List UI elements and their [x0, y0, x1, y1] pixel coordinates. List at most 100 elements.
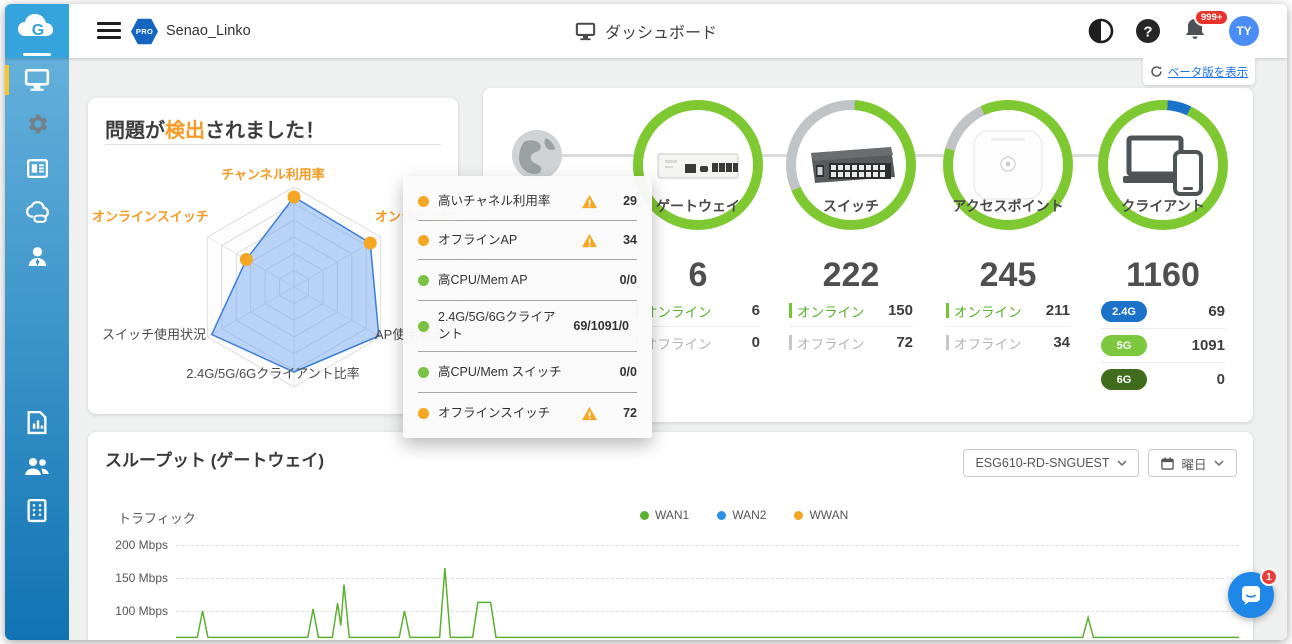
- warning-icon: [581, 406, 598, 421]
- device-ring-accesspoint[interactable]: アクセスポイント: [943, 100, 1073, 230]
- chat-unread-badge: 1: [1260, 568, 1278, 586]
- beta-link-label: ベータ版を表示: [1168, 64, 1249, 80]
- gateway-total: 6: [636, 256, 760, 295]
- sidebar-item-team[interactable]: [5, 444, 69, 488]
- throughput-card: スループット (ゲートウェイ) ESG610-RD-SNGUEST 曜日 トラフ…: [88, 432, 1253, 640]
- sidebar: [5, 58, 69, 640]
- chat-widget-button[interactable]: 1: [1228, 572, 1274, 618]
- switch-total: 222: [789, 256, 913, 295]
- chevron-down-icon: [1214, 460, 1224, 466]
- device-ring-clients[interactable]: クライアント: [1098, 100, 1228, 230]
- legend-wan2[interactable]: WAN2: [717, 508, 766, 522]
- legend-wan1[interactable]: WAN1: [640, 508, 689, 522]
- popup-row-cpu-switch[interactable]: 高CPU/Mem スイッチ 0/0: [418, 352, 637, 393]
- device-label-switch: スイッチ: [778, 196, 924, 216]
- stats-switch: 222 オンライン150 オフライン72: [789, 256, 913, 358]
- clients-band-6g-row: 6G0: [1101, 363, 1225, 396]
- popup-row-offline-switch[interactable]: オフラインスイッチ 72: [418, 393, 637, 433]
- popup-row-channel[interactable]: 高いチャネル利用率 29: [418, 182, 637, 221]
- band-24g-pill: 2.4G: [1101, 301, 1147, 322]
- sidebar-item-reports[interactable]: [5, 400, 69, 444]
- notifications-button[interactable]: 999+: [1182, 16, 1208, 47]
- band-5g-pill: 5G: [1101, 335, 1147, 356]
- account-icon: [25, 244, 50, 269]
- popup-row-offline-ap[interactable]: オフラインAP 34: [418, 221, 637, 260]
- sidebar-item-organization[interactable]: [5, 488, 69, 532]
- cloud-g-logo-icon: G: [5, 4, 69, 58]
- logo-underline: [23, 53, 51, 56]
- main-content: ベータ版を表示 問題が検出されました！ チャンネル利用率 オンラインAP AP使…: [69, 58, 1287, 640]
- page-title-label: ダッシュボード: [605, 19, 717, 43]
- notification-count-badge: 999+: [1194, 9, 1229, 27]
- sidebar-item-account[interactable]: [5, 234, 69, 278]
- radar-axis-label-switch-usage: スイッチ使用状況: [102, 324, 206, 343]
- page-title: ダッシュボード: [575, 4, 717, 58]
- brand-logo[interactable]: G: [5, 4, 69, 58]
- report-icon: [25, 410, 49, 435]
- clients-band-24g-row: 2.4G69: [1101, 295, 1225, 328]
- issues-tooltip-popup: 高いチャネル利用率 29 オフラインAP 34 高CPU/Mem AP 0/0 …: [403, 176, 652, 438]
- sidebar-item-settings[interactable]: [5, 102, 69, 146]
- device-ring-gateway[interactable]: ゲートウェイ: [633, 100, 763, 230]
- team-icon: [23, 454, 51, 478]
- header-actions: ? 999+ TY: [1088, 4, 1259, 58]
- ytick-100: 100 Mbps: [98, 604, 168, 618]
- organization-icon: [25, 498, 49, 523]
- cloud-sync-icon: [24, 200, 51, 225]
- svg-text:G: G: [32, 22, 44, 39]
- gateway-offline-row: オフライン0: [636, 327, 760, 358]
- warning-icon: [581, 194, 598, 209]
- gateway-online-row: オンライン6: [636, 295, 760, 326]
- clients-total: 1160: [1101, 256, 1225, 295]
- clients-band-5g-row: 5G1091: [1101, 329, 1225, 362]
- monitor-icon: [24, 68, 50, 92]
- throughput-title: スループット (ゲートウェイ): [105, 446, 324, 471]
- chat-icon: [1240, 584, 1262, 606]
- accesspoint-total: 245: [946, 256, 1070, 295]
- refresh-icon: [1150, 65, 1163, 78]
- band-6g-pill: 6G: [1101, 369, 1147, 390]
- news-icon: [25, 156, 50, 181]
- contrast-toggle-icon[interactable]: [1088, 18, 1114, 44]
- switch-offline-row: オフライン72: [789, 327, 913, 358]
- chevron-down-icon: [1117, 460, 1127, 466]
- sidebar-item-dashboard[interactable]: [5, 58, 69, 102]
- stats-gateway: 6 オンライン6 オフライン0: [636, 256, 760, 358]
- warning-icon: [581, 233, 598, 248]
- stats-clients: 1160 2.4G69 5G1091 6G0: [1101, 256, 1225, 396]
- beta-version-link[interactable]: ベータ版を表示: [1143, 58, 1255, 85]
- organization-name[interactable]: Senao_Linko: [166, 4, 251, 58]
- traffic-label: トラフィック: [118, 508, 196, 527]
- popup-row-band-clients[interactable]: 2.4G/5G/6Gクライアント 69/1091/0: [418, 301, 637, 352]
- avatar[interactable]: TY: [1229, 16, 1259, 46]
- gear-icon: [24, 111, 50, 137]
- device-label-accesspoint: アクセスポイント: [935, 196, 1081, 216]
- sidebar-item-firmware[interactable]: [5, 190, 69, 234]
- menu-toggle-button[interactable]: [97, 22, 121, 40]
- switch-online-row: オンライン150: [789, 295, 913, 326]
- chart-legend: WAN1 WAN2 WWAN: [640, 508, 848, 522]
- svg-text:?: ?: [1143, 24, 1152, 41]
- radar-axis-label-online-switch: オンラインスイッチ: [92, 206, 209, 225]
- stats-accesspoint: 245 オンライン211 オフライン34: [946, 256, 1070, 358]
- divider: [105, 144, 441, 145]
- pro-badge: PRO: [131, 18, 158, 45]
- accesspoint-offline-row: オフライン34: [946, 327, 1070, 358]
- period-selector[interactable]: 曜日: [1148, 449, 1237, 477]
- issues-card-title: 問題が検出されました！: [105, 114, 325, 143]
- header: G PRO Senao_Linko ダッシュボード ?: [5, 4, 1287, 58]
- device-selector[interactable]: ESG610-RD-SNGUEST: [963, 449, 1139, 477]
- ytick-150: 150 Mbps: [98, 571, 168, 585]
- calendar-icon: [1161, 457, 1174, 470]
- device-label-clients: クライアント: [1090, 196, 1236, 216]
- device-ring-switch[interactable]: スイッチ: [786, 100, 916, 230]
- ytick-200: 200 Mbps: [98, 538, 168, 552]
- help-icon[interactable]: ?: [1135, 18, 1161, 44]
- popup-row-cpu-ap[interactable]: 高CPU/Mem AP 0/0: [418, 260, 637, 301]
- accesspoint-online-row: オンライン211: [946, 295, 1070, 326]
- monitor-icon: [575, 22, 596, 41]
- throughput-line-chart: [176, 532, 1239, 640]
- legend-wwan[interactable]: WWAN: [794, 508, 848, 522]
- sidebar-item-news[interactable]: [5, 146, 69, 190]
- app-window: G PRO Senao_Linko ダッシュボード ?: [5, 4, 1287, 640]
